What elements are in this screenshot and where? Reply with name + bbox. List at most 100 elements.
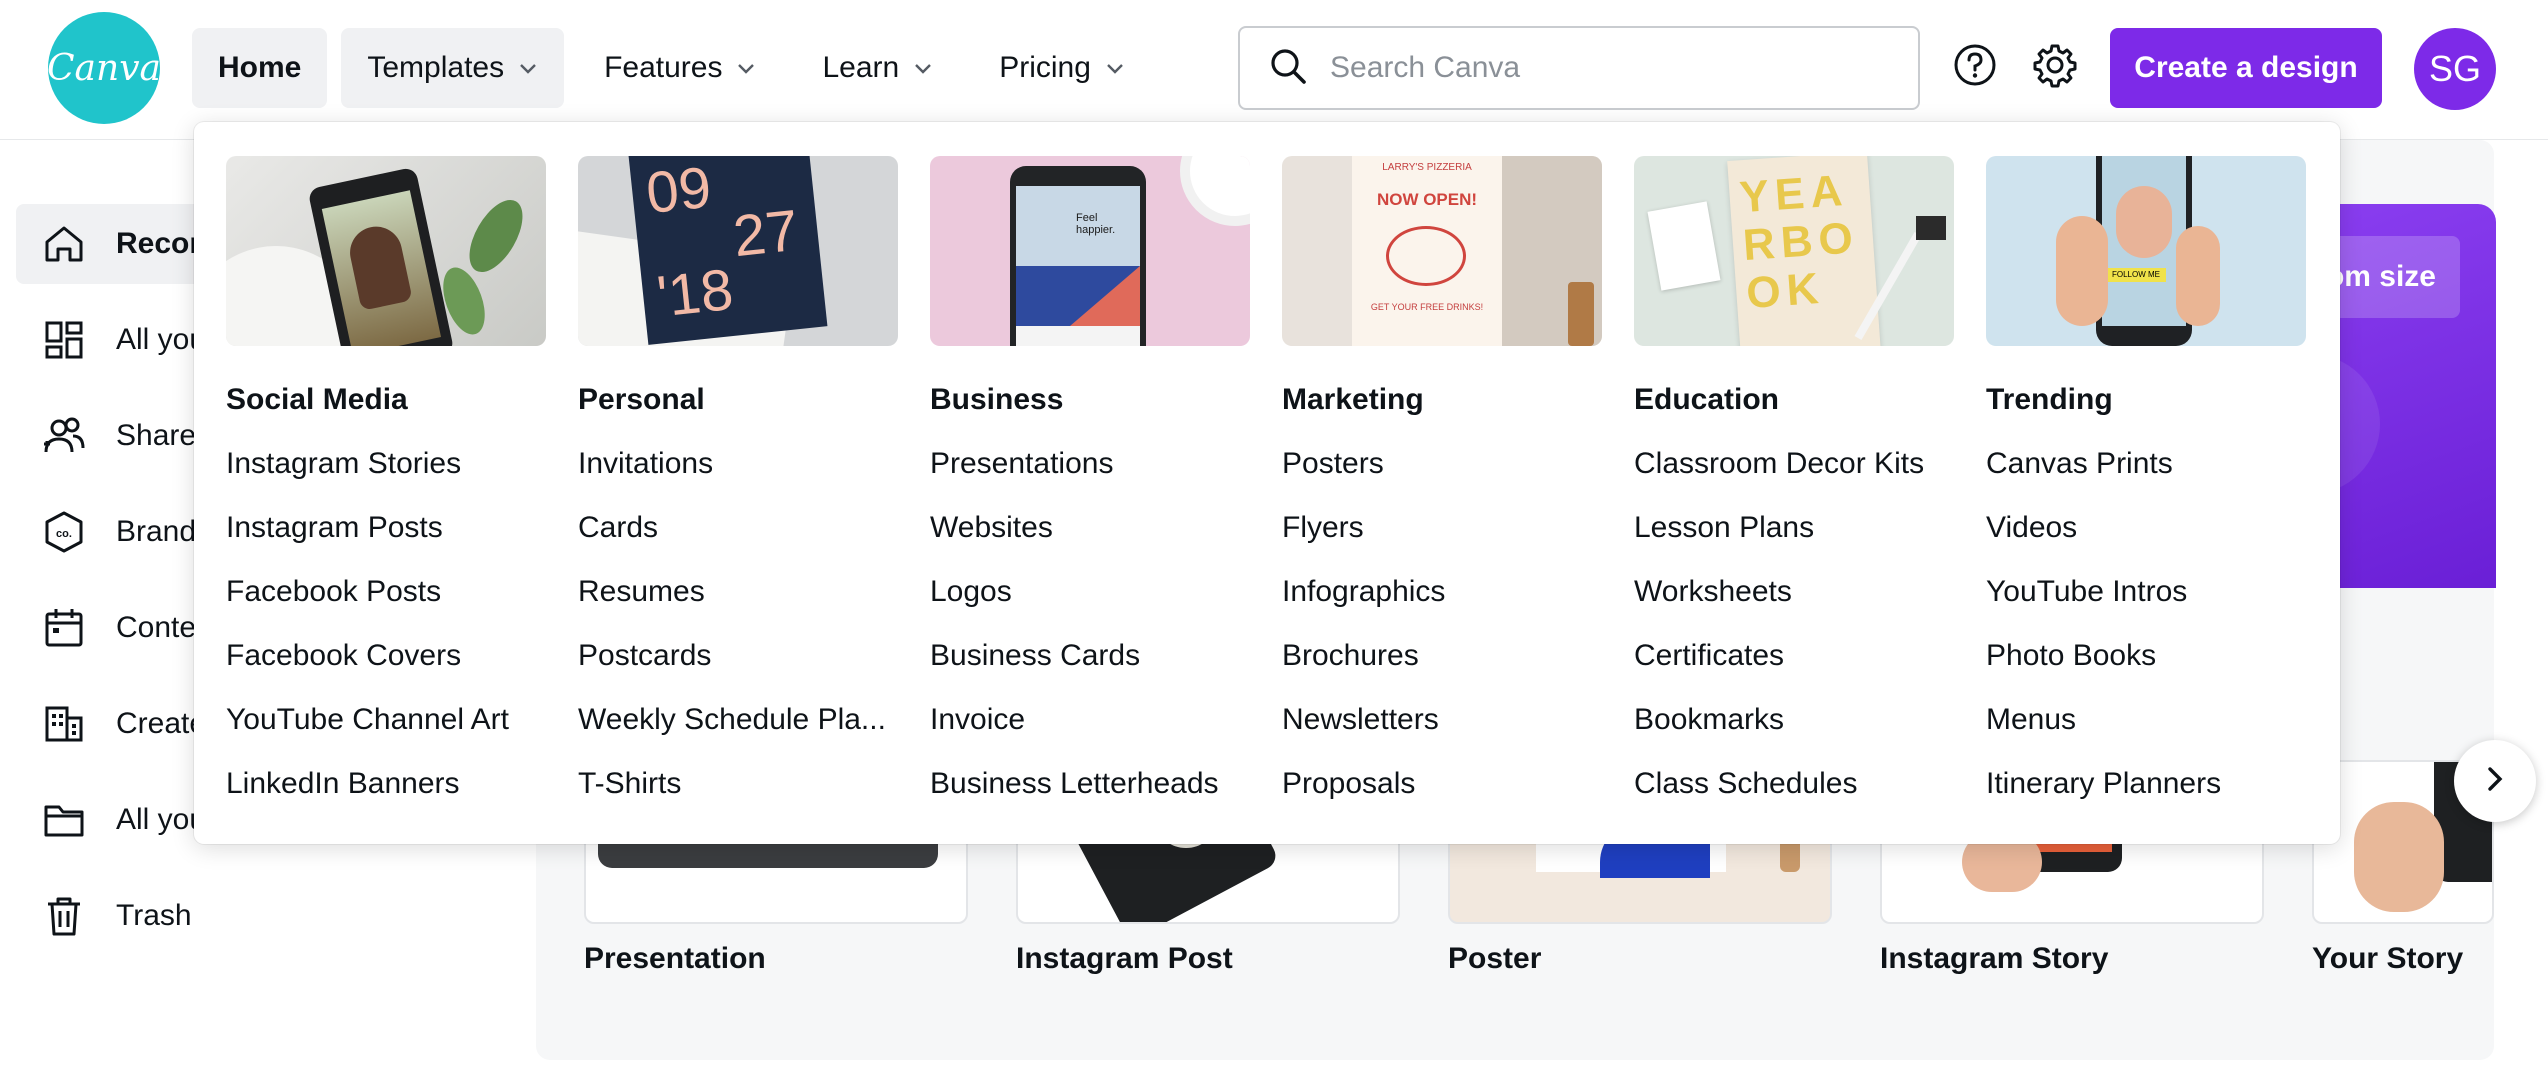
phone-footer [1016,326,1140,346]
pencil-cup [1568,282,1594,346]
template-link[interactable]: Invoice [930,700,1250,764]
template-link[interactable]: Posters [1282,444,1602,508]
template-link[interactable]: Invitations [578,444,898,508]
template-link[interactable]: Postcards [578,636,898,700]
chevron-right-icon [2480,764,2510,799]
template-link[interactable]: Proposals [1282,764,1602,828]
template-link[interactable]: Bookmarks [1634,700,1954,764]
dropdown-column-business: Feel happier. Business Presentations Web… [930,156,1250,828]
template-link[interactable]: Classroom Decor Kits [1634,444,1954,508]
template-link[interactable]: Worksheets [1634,572,1954,636]
settings-button[interactable] [2030,42,2080,92]
help-button[interactable] [1950,42,2000,92]
template-link[interactable]: YouTube Intros [1986,572,2306,636]
avatar-initials: SG [2428,48,2481,89]
card-label: Poster [1448,942,1542,975]
personal-thumbnail[interactable]: 09 27 '18 [578,156,898,346]
poster-text: GET YOUR FREE DRINKS! [1370,302,1484,312]
poster-headline: NOW OPEN! [1376,190,1478,209]
template-link[interactable]: LinkedIn Banners [226,764,546,828]
sidebar-item-trash[interactable]: Trash [16,876,496,956]
template-link[interactable]: Photo Books [1986,636,2306,700]
chevron-down-icon [1105,58,1125,78]
category-links: Presentations Websites Logos Business Ca… [930,444,1250,828]
education-thumbnail[interactable]: YEARBOOK [1634,156,1954,346]
template-link[interactable]: Menus [1986,700,2306,764]
chevron-down-icon [736,58,756,78]
nav-learn-label: Learn [822,51,900,84]
trending-thumbnail[interactable]: FOLLOW ME [1986,156,2306,346]
template-link[interactable]: Infographics [1282,572,1602,636]
grid-icon [42,318,86,362]
category-title: Education [1634,383,1780,416]
template-link[interactable]: Class Schedules [1634,764,1954,828]
card-label: Instagram Post [1016,942,1233,975]
nav-templates[interactable]: Templates [341,28,565,108]
svg-text:co.: co. [56,528,72,540]
template-link[interactable]: Instagram Posts [226,508,546,572]
template-link[interactable]: Instagram Stories [226,444,546,508]
card-number: 27 [730,197,802,270]
dropdown-column-education: YEARBOOK Education Classroom Decor Kits … [1634,156,1954,828]
sidebar-item-label: Create [116,707,207,740]
nav-pricing[interactable]: Pricing [973,28,1151,108]
template-link[interactable]: Cards [578,508,898,572]
building-icon [42,702,86,746]
category-title: Personal [578,383,705,416]
phone-shape-accent [1070,266,1140,326]
template-link[interactable]: Presentations [930,444,1250,508]
template-link[interactable]: Business Cards [930,636,1250,700]
category-title: Business [930,383,1064,416]
template-link[interactable]: Facebook Covers [226,636,546,700]
face-shape [2116,186,2172,258]
template-link[interactable]: T-Shirts [578,764,898,828]
nav-learn[interactable]: Learn [796,28,959,108]
search-box[interactable] [1238,26,1920,110]
template-link[interactable]: Brochures [1282,636,1602,700]
category-links: Invitations Cards Resumes Postcards Week… [578,444,898,828]
top-bar: Canva Home Templates Features Learn Pric… [0,0,2548,140]
template-link[interactable]: Itinerary Planners [1986,764,2306,828]
nav-features[interactable]: Features [578,28,782,108]
help-icon [1952,42,1998,93]
nav-home[interactable]: Home [192,28,328,108]
business-thumbnail[interactable]: Feel happier. [930,156,1250,346]
templates-dropdown: Social Media Instagram Stories Instagram… [194,122,2340,844]
template-link[interactable]: YouTube Channel Art [226,700,546,764]
template-link[interactable]: Resumes [578,572,898,636]
create-design-label: Create a design [2134,51,2358,84]
nav-templates-label: Templates [367,51,505,84]
sidebar-item-label: All you [116,803,207,836]
template-link[interactable]: Facebook Posts [226,572,546,636]
poster-text: LARRY'S PIZZERIA [1382,162,1472,173]
search-input[interactable] [1330,51,1890,85]
template-link[interactable]: Weekly Schedule Pla... [578,700,898,764]
hand [2176,226,2220,326]
gear-icon [2032,42,2078,93]
marketing-thumbnail[interactable]: LARRY'S PIZZERIA NOW OPEN! GET YOUR FREE… [1282,156,1602,346]
template-link[interactable]: Canvas Prints [1986,444,2306,508]
social-media-thumbnail[interactable] [226,156,546,346]
template-link[interactable]: Lesson Plans [1634,508,1954,572]
create-design-button[interactable]: Create a design [2110,28,2382,108]
template-link[interactable]: Business Letterheads [930,764,1250,828]
template-link[interactable]: Websites [930,508,1250,572]
story-tag: FOLLOW ME [2106,268,2166,282]
carousel-next-button[interactable] [2454,740,2536,822]
category-links: Canvas Prints Videos YouTube Intros Phot… [1986,444,2306,828]
template-link[interactable]: Videos [1986,508,2306,572]
nav-home-label: Home [218,51,302,84]
template-link[interactable]: Certificates [1634,636,1954,700]
cup-shape [1180,156,1250,226]
template-link[interactable]: Flyers [1282,508,1602,572]
canva-logo[interactable]: Canva [47,12,161,124]
dropdown-column-social-media: Social Media Instagram Stories Instagram… [226,156,546,828]
template-link[interactable]: Logos [930,572,1250,636]
dropdown-column-trending: FOLLOW ME Trending Canvas Prints Videos … [1986,156,2306,828]
phone-shape: Feel happier. [1010,166,1146,346]
template-link[interactable]: Newsletters [1282,700,1602,764]
card-label: Your Story [2312,942,2464,975]
hand [2056,216,2108,326]
chevron-down-icon [913,58,933,78]
avatar[interactable]: SG [2414,28,2496,110]
